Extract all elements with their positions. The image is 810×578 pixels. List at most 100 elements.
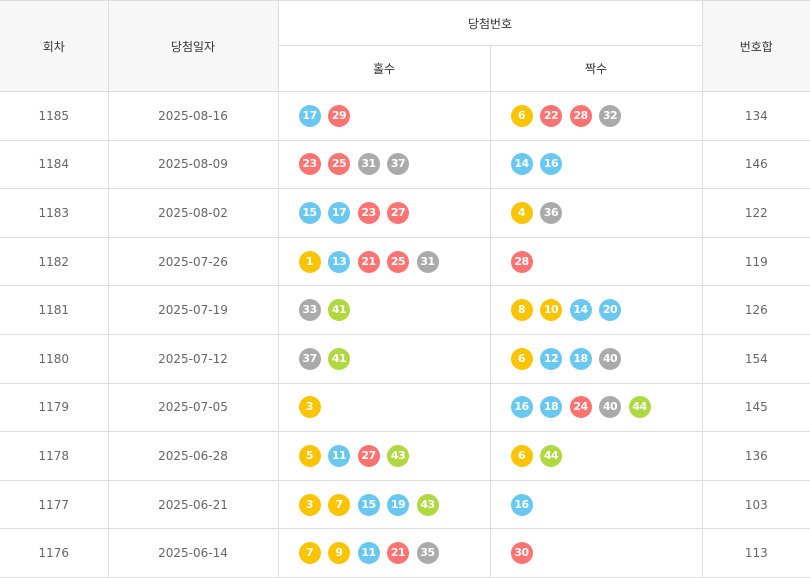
number-ball: 25 xyxy=(387,250,409,273)
number-ball: 44 xyxy=(540,444,562,467)
number-ball: 6 xyxy=(510,347,533,370)
table-row: 1177 2025-06-21 3 7 15 19 43 16 103 xyxy=(0,479,810,530)
number-ball: 11 xyxy=(357,542,380,565)
number-ball: 13 xyxy=(328,250,350,273)
number-ball: 16 xyxy=(510,396,533,419)
date-cell: 2025-08-16 xyxy=(107,91,279,141)
sum-cell: 119 xyxy=(701,236,810,287)
number-ball: 23 xyxy=(357,201,380,224)
number-ball: 28 xyxy=(569,104,592,127)
sum-cell: 154 xyxy=(701,333,810,384)
even-numbers-cell: 8 10 14 20 xyxy=(489,285,703,335)
number-ball: 22 xyxy=(540,104,562,127)
number-ball: 40 xyxy=(599,347,621,370)
number-ball: 6 xyxy=(510,104,533,127)
number-ball: 4 xyxy=(510,201,533,224)
date-cell: 2025-07-12 xyxy=(107,333,279,384)
number-ball: 36 xyxy=(540,201,562,224)
date-cell: 2025-08-09 xyxy=(107,139,279,190)
number-ball: 18 xyxy=(540,396,562,419)
date-cell: 2025-07-26 xyxy=(107,236,279,287)
date-cell: 2025-06-28 xyxy=(107,431,279,481)
sum-cell: 126 xyxy=(701,285,810,335)
table-row: 1183 2025-08-02 15 17 23 27 4 36 122 xyxy=(0,188,810,238)
even-numbers-cell: 6 44 xyxy=(489,431,703,481)
number-ball: 7 xyxy=(328,493,350,516)
date-cell: 2025-06-14 xyxy=(107,528,279,578)
date-cell: 2025-07-19 xyxy=(107,285,279,335)
header-winning-numbers: 당첨번호 xyxy=(277,0,703,46)
round-cell: 1184 xyxy=(0,139,109,190)
table-row: 1178 2025-06-28 5 11 27 43 6 44 136 xyxy=(0,431,810,481)
sum-cell: 122 xyxy=(701,188,810,238)
odd-numbers-cell: 37 41 xyxy=(277,333,491,384)
number-ball: 32 xyxy=(599,104,621,127)
header-even: 짝수 xyxy=(489,45,703,92)
even-numbers-cell: 30 xyxy=(489,528,703,578)
number-ball: 30 xyxy=(510,542,533,565)
round-cell: 1177 xyxy=(0,479,109,530)
table-row: 1176 2025-06-14 7 9 11 21 35 30 113 xyxy=(0,528,810,578)
number-ball: 3 xyxy=(298,396,321,419)
number-ball: 1 xyxy=(298,250,321,273)
odd-numbers-cell: 3 7 15 19 43 xyxy=(277,479,491,530)
odd-numbers-cell: 3 xyxy=(277,382,491,433)
number-ball: 12 xyxy=(540,347,562,370)
round-cell: 1180 xyxy=(0,333,109,384)
number-ball: 40 xyxy=(599,396,621,419)
number-ball: 6 xyxy=(510,444,533,467)
number-ball: 43 xyxy=(416,493,439,516)
sum-cell: 136 xyxy=(701,431,810,481)
odd-numbers-cell: 1 13 21 25 31 xyxy=(277,236,491,287)
even-numbers-cell: 14 16 xyxy=(489,139,703,190)
number-ball: 10 xyxy=(540,299,562,322)
table-row: 1182 2025-07-26 1 13 21 25 31 28 119 xyxy=(0,236,810,287)
table-row: 1184 2025-08-09 23 25 31 37 14 16 146 xyxy=(0,139,810,190)
header-sum: 번호합 xyxy=(701,0,810,92)
date-cell: 2025-07-05 xyxy=(107,382,279,433)
number-ball: 28 xyxy=(510,250,533,273)
round-cell: 1179 xyxy=(0,382,109,433)
number-ball: 27 xyxy=(357,444,380,467)
round-cell: 1182 xyxy=(0,236,109,287)
table-row: 1185 2025-08-16 17 29 6 22 28 32 134 xyxy=(0,91,810,141)
number-ball: 24 xyxy=(569,396,592,419)
even-numbers-cell: 28 xyxy=(489,236,703,287)
round-cell: 1181 xyxy=(0,285,109,335)
number-ball: 17 xyxy=(298,104,321,127)
number-ball: 33 xyxy=(298,299,321,322)
number-ball: 17 xyxy=(328,201,350,224)
number-ball: 37 xyxy=(298,347,321,370)
number-ball: 16 xyxy=(540,153,562,176)
number-ball: 37 xyxy=(387,153,409,176)
odd-numbers-cell: 17 29 xyxy=(277,91,491,141)
number-ball: 8 xyxy=(510,299,533,322)
number-ball: 15 xyxy=(357,493,380,516)
sum-cell: 145 xyxy=(701,382,810,433)
number-ball: 23 xyxy=(298,153,321,176)
header-date: 당첨일자 xyxy=(107,0,279,92)
results-body: 1185 2025-08-16 17 29 6 22 28 32 134 1184 2025-08-… xyxy=(0,91,810,578)
date-cell: 2025-08-02 xyxy=(107,188,279,238)
odd-numbers-cell: 15 17 23 27 xyxy=(277,188,491,238)
number-ball: 21 xyxy=(387,542,409,565)
header-odd: 홀수 xyxy=(278,45,491,92)
number-ball: 43 xyxy=(387,444,409,467)
header-round: 회차 xyxy=(0,0,109,92)
number-ball: 44 xyxy=(628,396,651,419)
number-ball: 35 xyxy=(416,542,439,565)
even-numbers-cell: 6 12 18 40 xyxy=(489,333,703,384)
sum-cell: 146 xyxy=(701,139,810,190)
number-ball: 5 xyxy=(298,444,321,467)
number-ball: 41 xyxy=(328,299,350,322)
lotto-results-table: 회차 당첨일자 당첨번호 번호합 홀수 짝수 1185 2025-08-16 17 2… xyxy=(0,0,810,578)
even-numbers-cell: 4 36 xyxy=(489,188,703,238)
number-ball: 31 xyxy=(357,153,380,176)
number-ball: 20 xyxy=(599,299,621,322)
number-ball: 29 xyxy=(328,104,350,127)
number-ball: 11 xyxy=(328,444,350,467)
number-ball: 25 xyxy=(328,153,350,176)
even-numbers-cell: 16 xyxy=(489,479,703,530)
number-ball: 18 xyxy=(569,347,592,370)
number-ball: 14 xyxy=(510,153,533,176)
